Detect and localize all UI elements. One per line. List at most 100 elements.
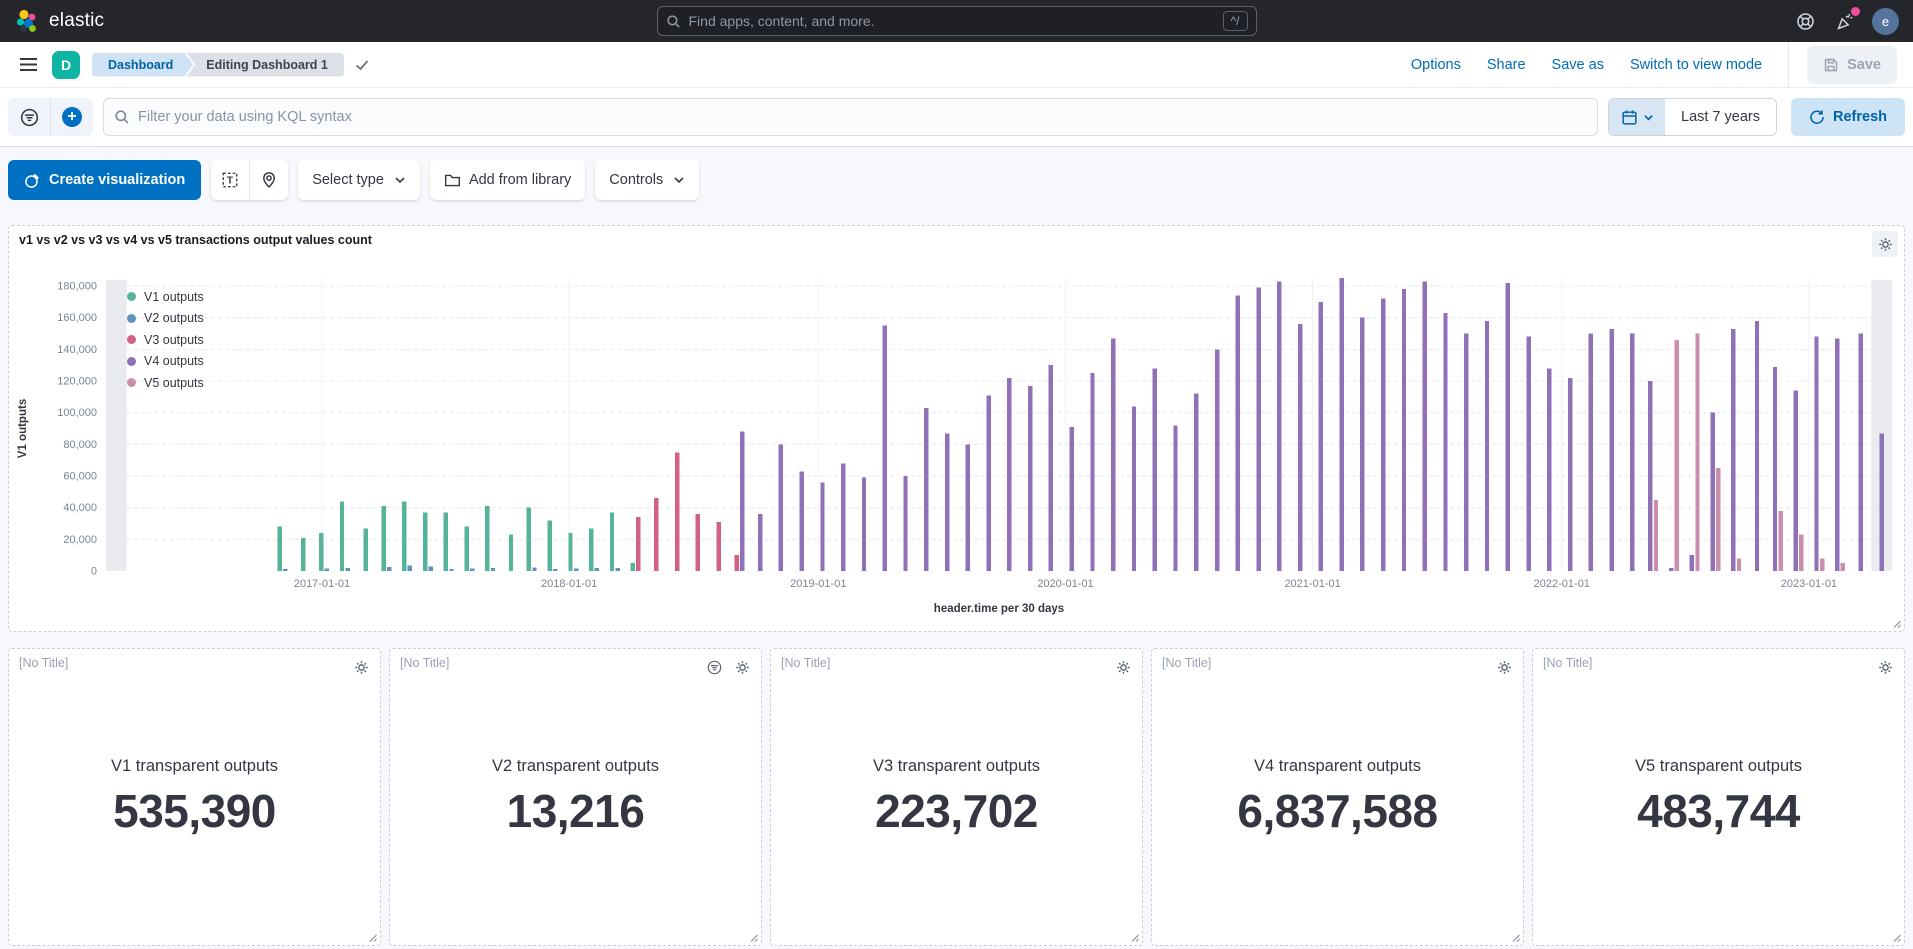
bar-v1[interactable] [464,527,468,571]
bar-v1[interactable] [589,528,593,571]
bar-v4[interactable] [1070,427,1074,571]
bar-v1[interactable] [631,563,635,571]
panel-settings-button[interactable] [729,654,755,680]
bar-v2[interactable] [408,566,412,572]
panel-resize-handle[interactable] [1509,931,1521,943]
panel-resize-handle[interactable] [1890,931,1902,943]
bar-v4[interactable] [1381,299,1385,571]
controls-button[interactable]: Controls [595,160,699,200]
bar-v2[interactable] [553,569,557,571]
bar-v3[interactable] [675,452,679,571]
breadcrumb-check-icon[interactable] [354,57,370,73]
bar-v1[interactable] [444,512,448,571]
time-range-value[interactable]: Last 7 years [1665,99,1776,135]
options-link[interactable]: Options [1411,57,1461,73]
bar-v4[interactable] [924,408,928,571]
saved-query-menu-button[interactable] [8,98,50,136]
bar-v4[interactable] [862,478,866,571]
bar-v2[interactable] [345,568,349,571]
bar-v1[interactable] [363,528,367,571]
share-link[interactable]: Share [1487,57,1526,73]
bar-v5[interactable] [1737,558,1741,571]
panel-settings-button[interactable] [1491,654,1517,680]
bar-v1[interactable] [509,535,513,571]
bar-v2[interactable] [387,567,391,571]
bar-v4[interactable] [945,433,949,571]
bar-v4[interactable] [1215,349,1219,571]
bar-v4[interactable] [758,514,762,571]
bar-v4[interactable] [1794,391,1798,572]
save-button[interactable]: Save [1807,46,1897,84]
bar-v4[interactable] [1835,338,1839,571]
bar-v4[interactable] [1485,321,1489,571]
bar-v5[interactable] [1695,334,1699,572]
bar-v2[interactable] [283,569,287,571]
bar-v2[interactable] [325,569,329,571]
bar-v4[interactable] [1814,337,1818,571]
bar-v4[interactable] [1506,283,1510,571]
switch-to-view-mode-link[interactable]: Switch to view mode [1630,57,1762,73]
bar-v4[interactable] [1028,386,1032,571]
help-button[interactable] [1792,8,1818,34]
bar-v2[interactable] [449,569,453,571]
bar-v4[interactable] [1298,324,1302,571]
bar-v5[interactable] [1778,511,1782,571]
panel-resize-handle[interactable] [366,931,378,943]
bar-v2[interactable] [429,566,433,571]
bar-v2[interactable] [574,569,578,571]
bar-v1[interactable] [340,501,344,571]
bar-v4[interactable] [1049,365,1053,571]
bar-v3[interactable] [696,514,700,571]
user-avatar[interactable]: e [1872,8,1899,35]
kql-query-input[interactable] [138,109,1587,125]
bar-v2[interactable] [532,568,536,572]
bar-v1[interactable] [402,501,406,571]
bar-v2[interactable] [595,568,599,571]
bar-v4[interactable] [1007,378,1011,571]
panel-settings-button[interactable] [1110,654,1136,680]
bar-v3[interactable] [636,517,640,571]
space-avatar[interactable]: D [52,51,80,79]
bar-v1[interactable] [423,512,427,571]
bar-v4[interactable] [740,432,744,571]
bar-v1[interactable] [301,538,305,571]
bar-v4[interactable] [1360,318,1364,571]
bar-v4[interactable] [986,395,990,571]
bar-v1[interactable] [568,533,572,571]
bar-v4[interactable] [883,326,887,571]
bar-v4[interactable] [1256,288,1260,571]
bar-v1[interactable] [381,506,385,571]
breadcrumb-dashboard[interactable]: Dashboard [92,53,193,77]
bar-v4[interactable] [1669,568,1673,571]
global-search[interactable]: ^/ [657,6,1257,36]
bar-v4[interactable] [1173,425,1177,571]
bar-v3[interactable] [654,498,658,571]
bar-v4[interactable] [1648,381,1652,571]
news-button[interactable] [1832,8,1858,34]
bar-v4[interactable] [1236,296,1240,572]
panel-settings-button[interactable] [1872,654,1898,680]
bar-v4[interactable] [903,476,907,571]
panel-resize-handle[interactable] [747,931,759,943]
bar-v4[interactable] [1402,289,1406,571]
panel-filter-badge-button[interactable] [701,654,727,680]
bar-v5[interactable] [1799,535,1803,571]
bar-v4[interactable] [1690,555,1694,571]
bar-v2[interactable] [491,568,495,571]
bar-v4[interactable] [1609,329,1613,571]
bar-v4[interactable] [1589,334,1593,572]
bar-v4[interactable] [1132,406,1136,571]
save-as-link[interactable]: Save as [1552,57,1604,73]
bar-v4[interactable] [800,471,804,571]
bar-v5[interactable] [1841,563,1845,571]
bar-v1[interactable] [278,527,282,571]
bar-v3[interactable] [716,522,720,571]
bar-v4[interactable] [1340,278,1344,571]
elastic-brand[interactable]: elastic [14,8,104,34]
bar-v5[interactable] [1675,340,1679,571]
add-map-button[interactable] [250,160,288,200]
breadcrumb-current[interactable]: Editing Dashboard 1 [186,53,344,77]
bar-v4[interactable] [1731,329,1735,571]
bar-v4[interactable] [966,444,970,571]
select-type-button[interactable]: Select type [298,160,420,200]
